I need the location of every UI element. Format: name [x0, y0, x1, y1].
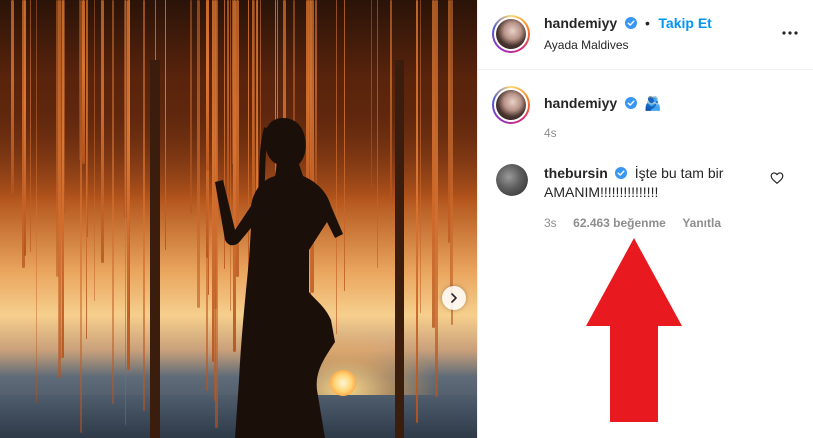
verified-badge-icon [615, 167, 628, 179]
person-silhouette [215, 118, 343, 438]
straw-strand [87, 0, 88, 237]
straw-strand [435, 0, 438, 397]
straw-strand [94, 0, 95, 301]
comment-body: thebursin İşte bu tam bir AMANIM!!!!!!!!… [544, 164, 774, 201]
straw-strand [30, 0, 31, 252]
straw-strand [420, 0, 421, 313]
hut-pole [150, 60, 160, 438]
comment-item: thebursin İşte bu tam bir AMANIM!!!!!!!!… [478, 158, 813, 238]
straw-strand [432, 0, 435, 328]
caption-emoji: 🫂 [644, 95, 662, 111]
straw-strand [377, 0, 378, 268]
straw-strand [101, 0, 104, 263]
caption-avatar[interactable] [492, 86, 530, 124]
straw-strand [129, 0, 130, 318]
straw-strand [62, 0, 64, 358]
straw-strand [36, 0, 37, 403]
comment-meta: 3s 62.463 beğenme Yanıtla [544, 214, 721, 232]
caption-line: handemiyy 🫂 [544, 94, 661, 113]
straw-strand [197, 0, 200, 308]
straw-strand [371, 0, 372, 189]
commenter-username[interactable]: thebursin [544, 165, 608, 181]
straw-strand [11, 0, 14, 194]
straw-strand [86, 0, 87, 339]
heart-outline-icon[interactable] [770, 171, 784, 185]
author-avatar[interactable] [492, 15, 530, 53]
next-photo-button[interactable] [442, 286, 466, 310]
caption-time[interactable]: 4s [544, 126, 557, 140]
post-photo[interactable] [0, 0, 477, 438]
hut-pole [395, 60, 404, 438]
straw-strand [143, 0, 145, 411]
post-header: handemiyy • Takip Et Ayada Maldives [478, 0, 813, 70]
post-location[interactable]: Ayada Maldives [544, 38, 629, 52]
more-options-icon [782, 31, 798, 35]
separator-dot: • [645, 15, 650, 31]
straw-strand [79, 0, 80, 160]
straw-strand [82, 0, 85, 164]
straw-strand [80, 0, 82, 433]
verified-badge-icon [624, 97, 637, 109]
comment-likes[interactable]: 62.463 beğenme [573, 216, 666, 230]
instagram-post: handemiyy • Takip Et Ayada Maldives hand… [0, 0, 813, 438]
comment-text-line1: İşte bu tam bir [634, 165, 724, 181]
author-line: handemiyy • Takip Et [544, 15, 712, 33]
caption-username[interactable]: handemiyy [544, 95, 617, 111]
straw-strand [165, 0, 166, 250]
commenter-avatar[interactable] [496, 164, 528, 196]
comment-time[interactable]: 3s [544, 216, 557, 230]
verified-badge-icon [624, 17, 637, 29]
straw-strand [416, 0, 418, 423]
straw-strand [190, 0, 192, 214]
more-options-button[interactable] [781, 24, 799, 42]
straw-strand [112, 0, 114, 404]
reply-button[interactable]: Yanıtla [682, 216, 721, 230]
straw-strand [24, 0, 26, 256]
straw-strand [125, 0, 126, 425]
follow-button[interactable]: Takip Et [658, 15, 711, 31]
straw-strand [390, 0, 392, 201]
author-username[interactable]: handemiyy [544, 15, 617, 31]
chevron-right-icon [451, 293, 457, 303]
straw-strand [451, 0, 453, 325]
red-arrow-up [586, 238, 682, 422]
comment-text-line2: AMANIM!!!!!!!!!!!!!!! [544, 184, 659, 200]
